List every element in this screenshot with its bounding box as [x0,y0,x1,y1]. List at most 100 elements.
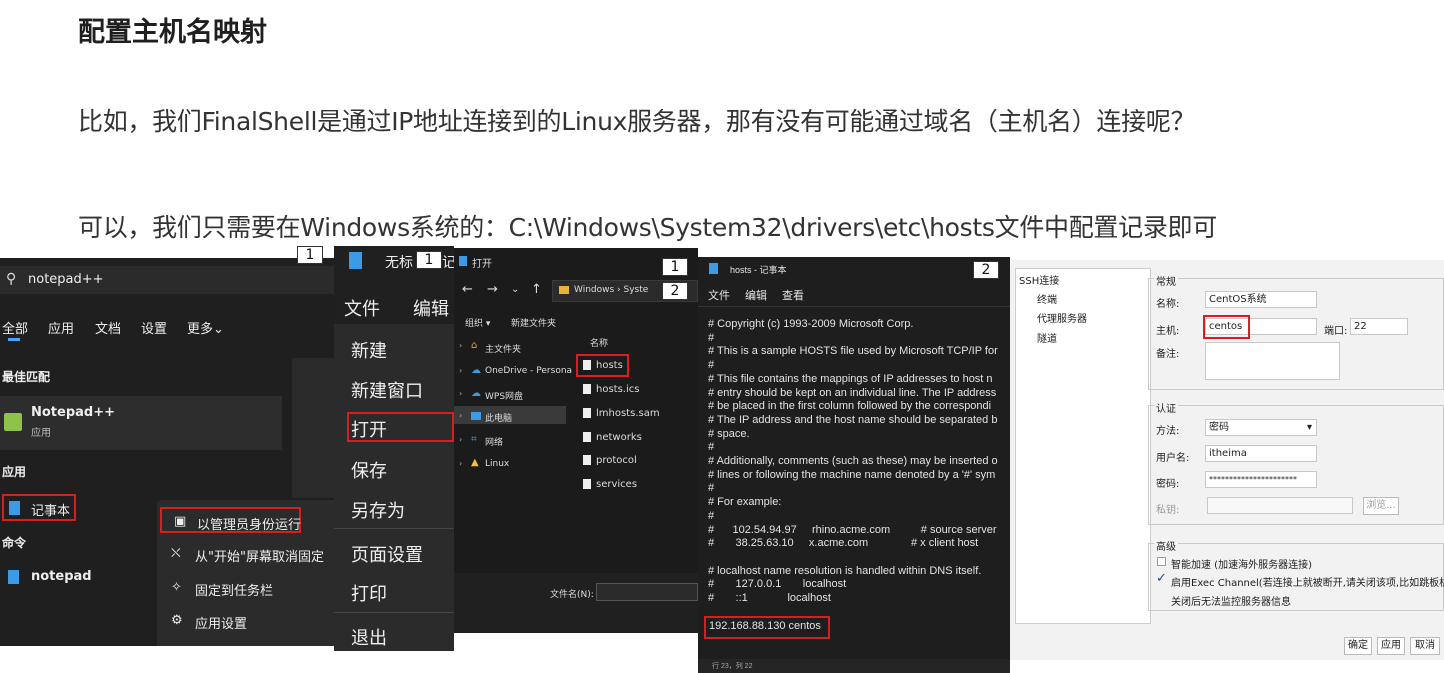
window-title: 无标 [385,255,413,271]
apply-button[interactable]: 应用 [1377,637,1405,655]
organize-button[interactable]: 组织 ▾ [465,316,490,329]
run-as-admin-item[interactable]: ▣ 以管理员身份运行 [160,507,301,533]
nav-home[interactable]: 主文件夹 [485,342,521,355]
back-icon[interactable]: ← [462,282,473,297]
file-hosts[interactable]: hosts [596,360,623,371]
host-label: 主机: [1156,326,1180,337]
method-value: 密码 [1209,422,1229,433]
tab-more[interactable]: 更多⌄ [187,318,224,337]
notepad-icon [9,501,20,515]
column-name[interactable]: 名称 [590,336,608,349]
tab-docs[interactable]: 文档 [95,318,121,337]
menu-page-setup[interactable]: 页面设置 [351,541,423,567]
expand-icon: › [459,341,463,350]
nav-wps[interactable]: WPS网盘 [485,389,523,402]
search-icon: ⚲ [6,271,17,287]
key-label: 私钥: [1156,505,1180,516]
up-icon[interactable]: ↑ [531,282,542,297]
tab-apps[interactable]: 应用 [48,318,74,337]
nav-this-pc[interactable]: 此电脑 [485,411,512,424]
user-label: 用户名: [1156,453,1190,464]
divider [334,528,454,529]
filename-input[interactable] [596,583,698,601]
user-input[interactable]: itheima [1205,445,1317,462]
check-icon[interactable]: ✓ [1156,571,1167,586]
notepad-icon [709,263,718,274]
tab-settings[interactable]: 设置 [141,318,167,337]
nav-onedrive[interactable]: OneDrive - Persona [485,366,572,376]
menu-exit[interactable]: 退出 [351,624,387,650]
tree-proxy[interactable]: 代理服务器 [1037,310,1087,325]
home-icon: ⌂ [471,340,478,351]
name-label: 名称: [1156,299,1180,310]
menu-new-window[interactable]: 新建窗口 [351,377,423,403]
menu-open[interactable]: 打开 [351,416,387,442]
port-input[interactable]: 22 [1350,318,1408,335]
menu-save[interactable]: 保存 [351,457,387,483]
search-input[interactable]: notepad++ [28,272,104,287]
menu-file[interactable]: 文件 [344,295,380,321]
file-protocol[interactable]: protocol [596,455,637,466]
new-folder-button[interactable]: 新建文件夹 [511,316,556,329]
key-input[interactable] [1207,497,1353,514]
file-services[interactable]: services [596,479,637,490]
file-lmhosts[interactable]: lmhosts.sam [596,408,660,419]
forward-icon[interactable]: → [487,282,498,297]
pin-taskbar-item[interactable]: 固定到任务栏 [195,580,273,599]
advanced-label: 高级 [1154,538,1178,553]
file-icon [583,455,591,465]
accel-checkbox[interactable] [1157,557,1166,566]
menu-save-as[interactable]: 另存为 [351,497,405,523]
auth-label: 认证 [1154,400,1178,415]
menu-new[interactable]: 新建 [351,337,387,363]
folder-icon [559,286,569,294]
exec-channel-label: 启用Exec Channel(若连接上就被断开,请关闭该项,比如跳板机) [1171,578,1444,589]
hosts-line: # [708,359,715,372]
menu-print[interactable]: 打印 [351,580,387,606]
cancel-button[interactable]: 取消 [1410,637,1440,655]
hosts-line: # [708,331,715,344]
best-app-type: 应用 [31,428,51,439]
file-icon [583,432,591,442]
run-as-admin-label: 以管理员身份运行 [197,518,302,533]
unpin-start-item[interactable]: 从"开始"屏幕取消固定 [195,546,324,565]
ok-button[interactable]: 确定 [1344,637,1372,655]
menu-view[interactable]: 查看 [782,287,804,303]
file-icon [583,479,591,489]
context-menu: ▣ 以管理员身份运行 ⛌ 从"开始"屏幕取消固定 ✧ 固定到任务栏 ⚙ 应用设置 [157,500,334,646]
search-box[interactable]: ⚲ notepad++ [0,266,334,294]
paragraph-question: 比如，我们FinalShell是通过IP地址连接到的Linux服务器，那有没有可… [78,107,1196,136]
menu-edit[interactable]: 编辑 [413,295,449,321]
hosts-line: # This file contains the mappings of IP … [708,372,993,385]
file-networks[interactable]: networks [596,432,642,443]
note-input[interactable] [1205,342,1340,380]
ssh-connection-dialog: SSH连接 终端 代理服务器 隧道 常规 名称: CentOS系统 主机: ce… [1010,260,1444,660]
port-label: 端口: [1324,326,1348,337]
expand-icon: › [459,366,463,375]
tree-tunnel[interactable]: 隧道 [1037,330,1057,345]
notepad-app-highlight[interactable]: 记事本 [2,494,76,521]
file-icon [583,360,591,370]
editor-title: hosts - 记事本 [730,265,787,275]
tree-terminal[interactable]: 终端 [1037,291,1057,306]
method-select[interactable]: 密码 ▾ [1205,419,1317,436]
notepad-cmd-label[interactable]: notepad [31,569,92,584]
nav-linux[interactable]: Linux [485,459,509,469]
app-settings-item[interactable]: 应用设置 [195,613,247,632]
cloud-icon: ☁ [471,388,481,399]
menu-file[interactable]: 文件 [708,287,730,303]
best-match-item[interactable]: Notepad++ 应用 [0,396,282,450]
password-input[interactable]: ********************** [1205,471,1317,488]
active-tab-indicator [8,338,20,341]
step-tag: 1 [297,246,323,264]
tab-all[interactable]: 全部 [2,318,28,337]
menu-edit[interactable]: 编辑 [745,287,767,303]
chevron-down-icon[interactable]: ⌄ [511,284,519,295]
browse-button[interactable]: 浏览... [1363,497,1399,515]
nav-network[interactable]: 网络 [485,435,503,448]
name-input[interactable]: CentOS系统 [1205,291,1317,308]
added-host-entry[interactable]: 192.168.88.130 centos [709,620,821,632]
tree-ssh[interactable]: SSH连接 [1019,272,1059,287]
file-hosts-ics[interactable]: hosts.ics [596,384,639,395]
notepad-icon [349,252,362,269]
